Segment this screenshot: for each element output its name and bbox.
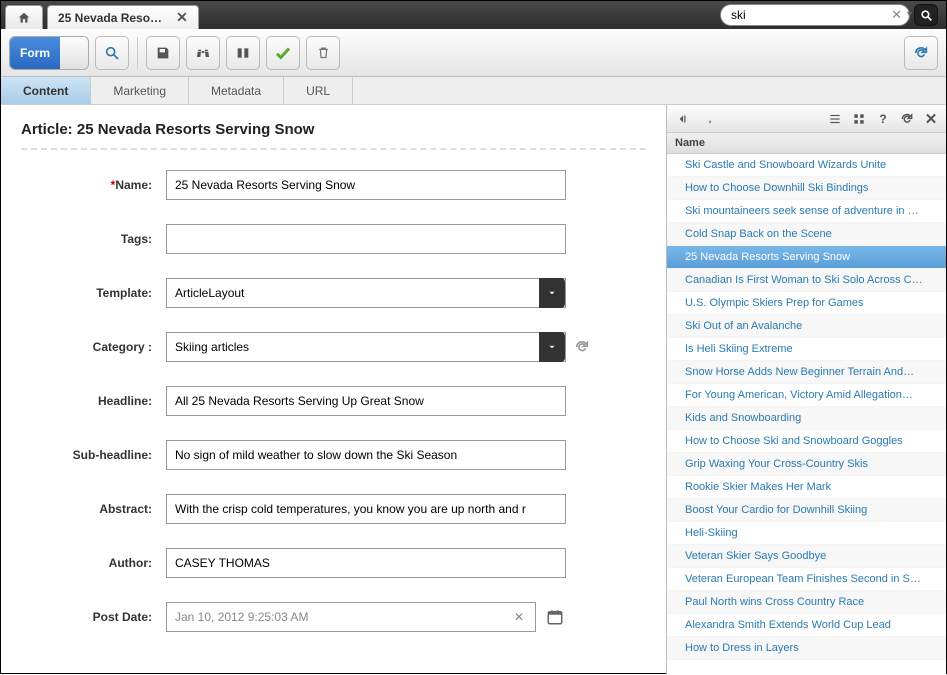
- collapse-icon[interactable]: [673, 110, 691, 128]
- clear-search-icon[interactable]: ✕: [891, 7, 902, 23]
- subheadline-input[interactable]: [166, 440, 566, 470]
- tab-content[interactable]: Content: [1, 77, 91, 104]
- top-tab-bar: 25 Nevada Reso… ✕ ✕ ▾: [1, 1, 946, 29]
- author-input[interactable]: [166, 548, 566, 578]
- postdate-input[interactable]: [166, 602, 536, 632]
- category-label: Category :: [21, 340, 166, 354]
- category-refresh-icon[interactable]: [574, 339, 590, 355]
- list-view-icon[interactable]: [826, 110, 844, 128]
- result-item[interactable]: Ski Out of an Avalanche: [667, 315, 946, 338]
- result-item[interactable]: Kids and Snowboarding: [667, 407, 946, 430]
- chevron-down-icon: [539, 278, 565, 308]
- result-item[interactable]: Heli-Skiing: [667, 522, 946, 545]
- result-item[interactable]: For Young American, Victory Amid Allegat…: [667, 384, 946, 407]
- result-item[interactable]: Veteran European Team Finishes Second in…: [667, 568, 946, 591]
- checkmark-icon: [274, 44, 292, 62]
- template-value: ArticleLayout: [175, 286, 244, 300]
- binoculars-icon: [195, 45, 211, 61]
- abstract-label: Abstract:: [21, 502, 166, 516]
- template-select[interactable]: ArticleLayout: [166, 278, 566, 308]
- subheadline-label: Sub-headline:: [21, 448, 166, 462]
- form-pane: Article: 25 Nevada Resorts Serving Snow …: [1, 105, 666, 675]
- results-column-header[interactable]: Name: [667, 133, 946, 154]
- headline-input[interactable]: [166, 386, 566, 416]
- approve-button[interactable]: [266, 36, 300, 70]
- result-item[interactable]: Cold Snap Back on the Scene: [667, 223, 946, 246]
- help-icon[interactable]: ?: [874, 110, 892, 128]
- results-list: Ski Castle and Snowboard Wizards UniteHo…: [667, 154, 946, 675]
- tab-url[interactable]: URL: [284, 77, 353, 104]
- home-tab[interactable]: [5, 5, 43, 29]
- article-heading: Article: 25 Nevada Resorts Serving Snow: [21, 121, 646, 150]
- result-item[interactable]: How to Choose Downhill Ski Bindings: [667, 177, 946, 200]
- result-item[interactable]: U.S. Olympic Skiers Prep for Games: [667, 292, 946, 315]
- clear-date-icon[interactable]: ✕: [514, 610, 524, 624]
- headline-label: Headline:: [21, 394, 166, 408]
- preview-button[interactable]: [95, 36, 129, 70]
- result-item[interactable]: 25 Nevada Resorts Serving Snow: [667, 246, 946, 269]
- result-item[interactable]: Ski mountaineers seek sense of adventure…: [667, 200, 946, 223]
- refresh-icon: [913, 45, 929, 61]
- result-item[interactable]: Boost Your Cardio for Downhill Skiing: [667, 499, 946, 522]
- result-item[interactable]: How to Dress in Layers: [667, 637, 946, 660]
- refresh-button[interactable]: [904, 36, 938, 70]
- postdate-label: Post Date:: [21, 610, 166, 624]
- calendar-icon[interactable]: [546, 608, 564, 626]
- result-item[interactable]: Veteran Skier Says Goodbye: [667, 545, 946, 568]
- name-label: *Name:: [21, 178, 166, 192]
- name-input[interactable]: [166, 170, 566, 200]
- magnifier-icon: [104, 45, 120, 61]
- search-container: ✕ ▾: [720, 4, 938, 26]
- floppy-icon: [155, 45, 171, 61]
- result-item[interactable]: Paul North wins Cross Country Race: [667, 591, 946, 614]
- compare-button[interactable]: [226, 36, 260, 70]
- result-item[interactable]: Ski Castle and Snowboard Wizards Unite: [667, 154, 946, 177]
- sort-icon[interactable]: [697, 110, 715, 128]
- form-view-toggle[interactable]: Form: [9, 36, 89, 70]
- main-split: Article: 25 Nevada Resorts Serving Snow …: [1, 105, 946, 675]
- delete-button[interactable]: [306, 36, 340, 70]
- tab-title: 25 Nevada Reso…: [58, 11, 162, 25]
- result-item[interactable]: Is Heli Skiing Extreme: [667, 338, 946, 361]
- save-button[interactable]: [146, 36, 180, 70]
- abstract-input[interactable]: [166, 494, 566, 524]
- binoculars-button[interactable]: [186, 36, 220, 70]
- category-value: Skiing articles: [175, 340, 249, 354]
- template-label: Template:: [21, 286, 166, 300]
- grid-view-icon[interactable]: [850, 110, 868, 128]
- trash-icon: [316, 45, 331, 60]
- result-item[interactable]: Snow Horse Adds New Beginner Terrain And…: [667, 361, 946, 384]
- results-panel: ? ✕ Name Ski Castle and Snowboard Wizard…: [666, 105, 946, 675]
- columns-icon: [235, 45, 251, 61]
- close-tab-icon[interactable]: ✕: [176, 9, 188, 26]
- search-button[interactable]: [914, 4, 938, 26]
- category-select[interactable]: Skiing articles: [166, 332, 566, 362]
- content-tab-strip: Content Marketing Metadata URL: [1, 77, 946, 105]
- result-item[interactable]: Rookie Skier Makes Her Mark: [667, 476, 946, 499]
- result-item[interactable]: Canadian Is First Woman to Ski Solo Acro…: [667, 269, 946, 292]
- main-toolbar: Form: [1, 29, 946, 77]
- results-toolbar: ? ✕: [667, 105, 946, 133]
- author-label: Author:: [21, 556, 166, 570]
- chevron-down-icon: [539, 332, 565, 362]
- search-input[interactable]: [720, 4, 910, 26]
- close-panel-icon[interactable]: ✕: [922, 110, 940, 128]
- result-item[interactable]: Grip Waxing Your Cross-Country Skis: [667, 453, 946, 476]
- result-item[interactable]: Alexandra Smith Extends World Cup Lead: [667, 614, 946, 637]
- result-item[interactable]: How to Choose Ski and Snowboard Goggles: [667, 430, 946, 453]
- tags-label: Tags:: [21, 232, 166, 246]
- tab-marketing[interactable]: Marketing: [91, 77, 189, 104]
- document-tab[interactable]: 25 Nevada Reso… ✕: [47, 5, 199, 29]
- magnifier-icon: [920, 9, 933, 22]
- refresh-results-icon[interactable]: [898, 110, 916, 128]
- home-icon: [17, 11, 31, 25]
- form-toggle-label: Form: [10, 37, 60, 69]
- search-dropdown-icon[interactable]: ▾: [907, 9, 912, 20]
- tags-input[interactable]: [166, 224, 566, 254]
- tab-metadata[interactable]: Metadata: [189, 77, 284, 104]
